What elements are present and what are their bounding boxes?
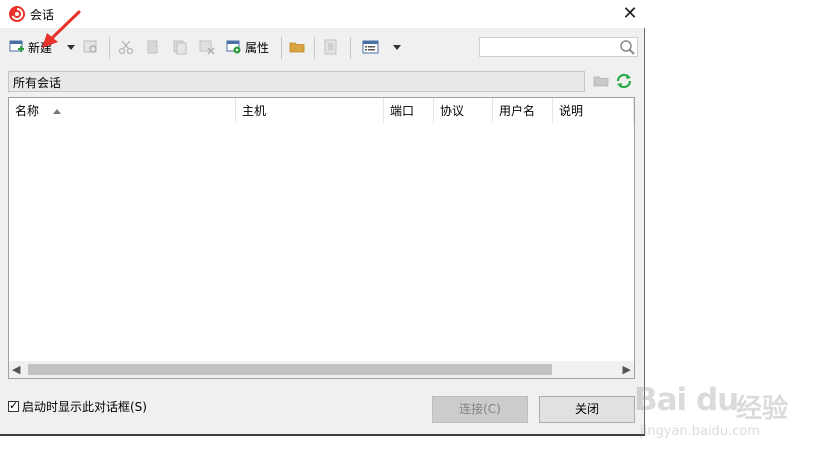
toolbar-separator xyxy=(281,37,282,59)
export-button[interactable] xyxy=(323,34,339,60)
toolbar-separator xyxy=(109,37,110,59)
column-header-port[interactable]: 端口 xyxy=(384,98,434,123)
properties-label: 属性 xyxy=(245,40,270,55)
column-header-row: 名称 主机 端口 协议 用户名 说明 xyxy=(9,98,634,123)
show-on-startup-label: 启动时显示此对话框(S) xyxy=(22,400,147,414)
scroll-right-icon[interactable]: ▶ xyxy=(623,363,631,376)
view-details-icon xyxy=(362,40,379,54)
search-icon[interactable] xyxy=(619,39,635,55)
session-path-label: 所有会话 xyxy=(13,76,62,90)
baidu-watermark: Bai du 经验 jingyan.baidu.com xyxy=(632,374,819,444)
column-header-name-label: 名称 xyxy=(15,104,40,118)
refresh-icon[interactable] xyxy=(615,72,633,90)
properties-button[interactable]: 属性 xyxy=(226,34,269,60)
new-session-icon xyxy=(9,40,24,52)
column-header-protocol-label: 协议 xyxy=(440,104,465,118)
copy-icon xyxy=(147,40,158,54)
session-list[interactable]: 名称 主机 端口 协议 用户名 说明 ◀ ▶ xyxy=(8,97,635,379)
horizontal-scrollbar[interactable]: ◀ ▶ xyxy=(9,361,634,378)
title-bar: 会话 ✕ xyxy=(0,0,645,28)
column-header-description[interactable]: 说明 xyxy=(553,98,634,123)
connect-button[interactable]: 连接(C) xyxy=(432,396,528,423)
checkbox-box[interactable]: ✓ xyxy=(8,399,19,412)
column-header-description-label: 说明 xyxy=(559,104,584,118)
cut-button[interactable] xyxy=(118,34,134,60)
column-header-host-label: 主机 xyxy=(242,104,267,118)
close-button[interactable]: 关闭 xyxy=(539,396,635,423)
cut-icon xyxy=(118,40,134,55)
column-header-protocol[interactable]: 协议 xyxy=(434,98,493,123)
column-header-port-label: 端口 xyxy=(390,104,415,118)
delete-button[interactable] xyxy=(199,34,215,60)
open-session-button[interactable] xyxy=(83,34,99,60)
session-path-bar: 所有会话 xyxy=(8,71,585,92)
app-logo-icon xyxy=(9,6,25,22)
column-header-host[interactable]: 主机 xyxy=(236,98,384,123)
scrollbar-thumb[interactable] xyxy=(28,364,552,375)
scroll-left-icon[interactable]: ◀ xyxy=(12,363,20,376)
delete-icon xyxy=(199,40,215,55)
properties-icon xyxy=(226,40,241,54)
watermark-url: jingyan.baidu.com xyxy=(640,424,760,439)
column-header-username[interactable]: 用户名 xyxy=(493,98,553,123)
copy-button[interactable] xyxy=(145,34,161,60)
view-dropdown-arrow-icon[interactable] xyxy=(393,45,401,50)
column-header-username-label: 用户名 xyxy=(499,104,536,118)
red-annotation-arrow-icon xyxy=(42,10,81,48)
view-button[interactable] xyxy=(362,34,380,60)
session-dialog: 会话 ✕ 新建 属性 所有会话 名称 主机 端口 协议 用户名 说明 ◀ ▶ ✓… xyxy=(0,0,645,436)
new-folder-button[interactable] xyxy=(289,34,305,60)
watermark-brand-cn: 经验 xyxy=(736,394,789,424)
paste-icon xyxy=(173,40,187,55)
search-box[interactable] xyxy=(479,37,638,57)
document-icon xyxy=(324,39,337,55)
folder-up-icon[interactable] xyxy=(593,73,609,89)
column-header-name[interactable]: 名称 xyxy=(9,98,236,123)
check-mark-icon: ✓ xyxy=(9,399,19,412)
paste-button[interactable] xyxy=(172,34,188,60)
watermark-brand: Bai du xyxy=(634,382,739,418)
folder-icon xyxy=(289,42,305,53)
toolbar-separator xyxy=(350,37,351,59)
toolbar-separator xyxy=(314,37,315,59)
sort-ascending-icon xyxy=(53,109,61,114)
show-on-startup-checkbox[interactable]: ✓ 启动时显示此对话框(S) xyxy=(8,398,147,415)
search-session-icon xyxy=(83,40,97,53)
close-icon[interactable]: ✕ xyxy=(617,1,643,27)
